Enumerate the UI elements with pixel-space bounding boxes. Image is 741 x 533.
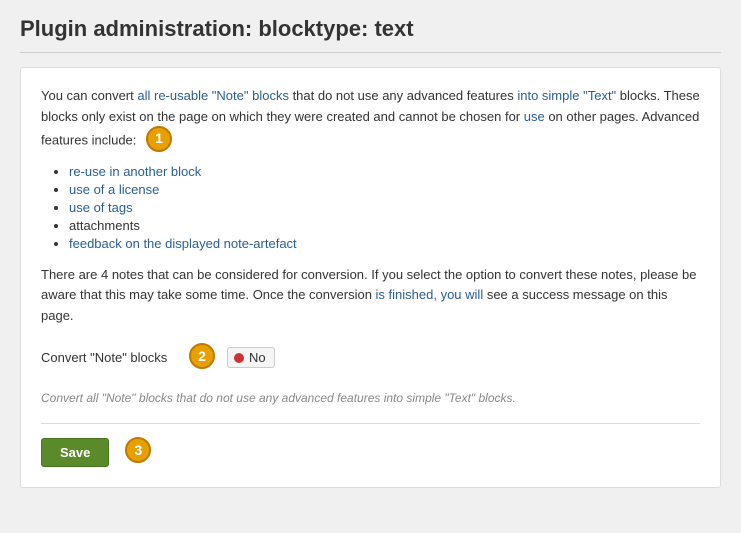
- feature-link-2[interactable]: use of a license: [69, 182, 159, 197]
- annotation-bubble-2: 2: [189, 343, 215, 369]
- page-title: Plugin administration: blocktype: text: [20, 16, 721, 53]
- link-into-simple[interactable]: into simple "Text": [517, 88, 616, 103]
- link-conversion-finished[interactable]: is finished, you will: [376, 287, 484, 302]
- convert-row: Convert "Note" blocks 2 No: [41, 345, 275, 371]
- link-all-reusable[interactable]: all re-usable "Note" blocks: [137, 88, 289, 103]
- save-row: Save 3: [41, 438, 700, 467]
- annotation-bubble-1: 1: [146, 126, 172, 152]
- feature-item-5: feedback on the displayed note-artefact: [69, 236, 700, 251]
- description-text: You can convert all re-usable "Note" blo…: [41, 86, 700, 154]
- feature-item-2: use of a license: [69, 182, 700, 197]
- feature-item-3: use of tags: [69, 200, 700, 215]
- feature-text-4: attachments: [69, 218, 140, 233]
- convert-row-wrapper: Convert "Note" blocks 2 No: [41, 345, 700, 381]
- toggle-convert-button[interactable]: No: [227, 347, 275, 368]
- toggle-dot: [234, 353, 244, 363]
- convert-label: Convert "Note" blocks: [41, 350, 171, 365]
- feature-link-5[interactable]: feedback on the: [69, 236, 165, 251]
- toggle-value-label: No: [249, 350, 266, 365]
- content-card: You can convert all re-usable "Note" blo…: [20, 67, 721, 488]
- save-button[interactable]: Save: [41, 438, 109, 467]
- feature-item-4: attachments: [69, 218, 700, 233]
- feature-link-3[interactable]: use of tags: [69, 200, 133, 215]
- feature-link-5b[interactable]: displayed note-artefact: [165, 236, 297, 251]
- features-list: re-use in another block use of a license…: [41, 164, 700, 251]
- conversion-note: There are 4 notes that can be considered…: [41, 265, 700, 327]
- link-use[interactable]: use: [524, 109, 545, 124]
- helper-text: Convert all "Note" blocks that do not us…: [41, 391, 700, 405]
- feature-link-1[interactable]: re-use in another block: [69, 164, 201, 179]
- section-divider: [41, 423, 700, 424]
- annotation-bubble-3: 3: [125, 437, 151, 463]
- feature-item-1: re-use in another block: [69, 164, 700, 179]
